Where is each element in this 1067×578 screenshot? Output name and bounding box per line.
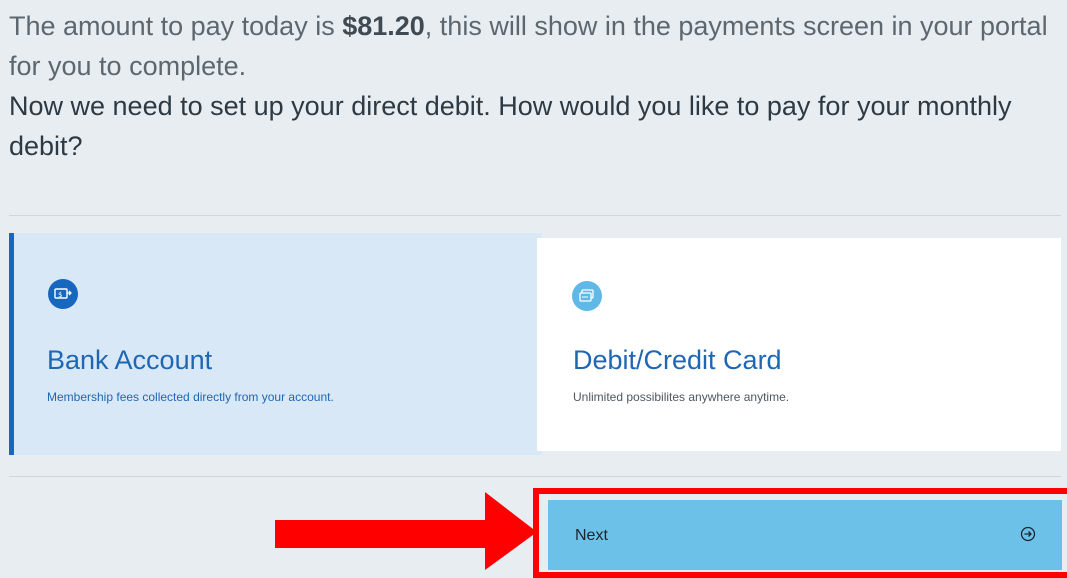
pointer-arrow-icon: [275, 492, 537, 570]
svg-text:$: $: [58, 291, 62, 299]
payment-options: $ Bank Account Membership fees collected…: [9, 233, 1061, 455]
payment-question: Now we need to set up your direct debit.…: [9, 91, 1012, 161]
bank-account-option[interactable]: $ Bank Account Membership fees collected…: [9, 233, 542, 455]
intro-text: The amount to pay today is: [9, 11, 343, 41]
credit-card-option[interactable]: Debit/Credit Card Unlimited possibilites…: [537, 238, 1061, 451]
payment-intro: The amount to pay today is $81.20, this …: [9, 6, 1059, 166]
bank-account-title: Bank Account: [47, 345, 213, 375]
divider: [9, 215, 1061, 216]
amount-due: $81.20: [342, 11, 425, 41]
credit-card-icon: [572, 281, 602, 311]
credit-card-description: Unlimited possibilites anywhere anytime.: [573, 390, 790, 404]
credit-card-title: Debit/Credit Card: [573, 345, 782, 375]
highlight-box: [533, 488, 1067, 578]
bank-account-description: Membership fees collected directly from …: [47, 390, 334, 404]
divider: [9, 476, 1061, 477]
bank-transfer-icon: $: [48, 279, 78, 309]
